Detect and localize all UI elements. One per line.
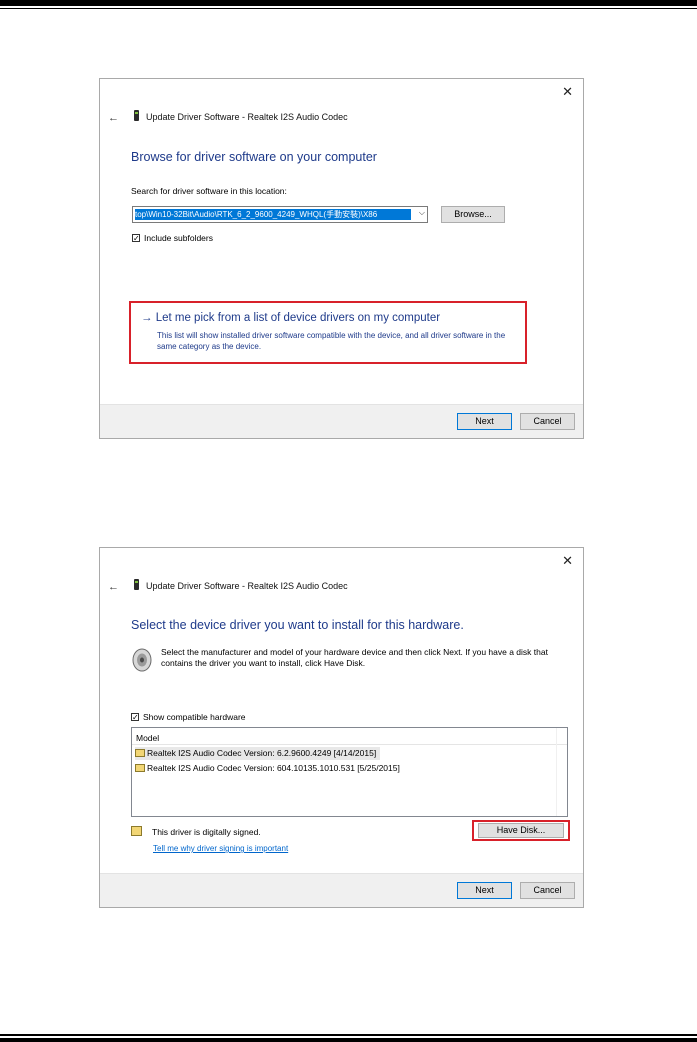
dialog-title: Update Driver Software - Realtek I2S Aud… xyxy=(146,112,348,122)
signed-driver-icon xyxy=(131,826,142,836)
back-arrow-icon[interactable]: ← xyxy=(108,581,119,593)
search-location-label: Search for driver software in this locat… xyxy=(131,186,287,196)
have-disk-button[interactable]: Have Disk... xyxy=(478,823,564,838)
model-label: Realtek I2S Audio Codec Version: 604.101… xyxy=(147,763,400,773)
pick-from-list-link[interactable]: → Let me pick from a list of device driv… xyxy=(141,312,440,324)
dialog-footer: Next Cancel xyxy=(100,404,583,438)
model-label: Realtek I2S Audio Codec Version: 6.2.960… xyxy=(147,748,377,758)
list-header-divider xyxy=(132,744,567,745)
show-compatible-checkbox[interactable]: ✓ xyxy=(131,713,139,722)
have-disk-highlight: Have Disk... xyxy=(472,820,570,841)
show-compatible-label: Show compatible hardware xyxy=(143,712,246,722)
browse-button[interactable]: Browse... xyxy=(441,206,505,223)
driver-signing-link[interactable]: Tell me why driver signing is important xyxy=(153,844,288,853)
next-button[interactable]: Next xyxy=(457,882,512,899)
select-description: Select the manufacturer and model of you… xyxy=(161,647,548,668)
listbox-scrollbar[interactable] xyxy=(556,728,567,816)
cancel-button[interactable]: Cancel xyxy=(520,413,575,430)
driver-path-combobox[interactable]: top\Win10-32Bit\Audio\RTK_6_2_9600_4249_… xyxy=(132,206,428,223)
driver-icon xyxy=(135,764,145,772)
next-button[interactable]: Next xyxy=(457,413,512,430)
back-arrow-icon[interactable]: ← xyxy=(108,112,119,124)
model-column-header[interactable]: Model xyxy=(136,733,159,743)
dialog-footer: Next Cancel xyxy=(100,873,583,907)
select-driver-dialog: ✕ ← Update Driver Software - Realtek I2S… xyxy=(99,547,584,908)
pick-from-list-option[interactable]: → Let me pick from a list of device driv… xyxy=(129,301,527,364)
page-top-rule-thin xyxy=(0,8,697,9)
page-bottom-rule xyxy=(0,1038,697,1042)
browse-driver-dialog: ✕ ← Update Driver Software - Realtek I2S… xyxy=(99,78,584,439)
model-listbox[interactable]: Model Realtek I2S Audio Codec Version: 6… xyxy=(131,727,568,817)
page-heading: Select the device driver you want to ins… xyxy=(131,618,464,632)
pick-from-list-description: This list will show installed driver sof… xyxy=(157,331,506,351)
signed-status-text: This driver is digitally signed. xyxy=(152,827,261,837)
speaker-icon xyxy=(132,648,152,672)
driver-icon xyxy=(135,749,145,757)
close-icon[interactable]: ✕ xyxy=(562,85,573,98)
list-item[interactable]: Realtek I2S Audio Codec Version: 6.2.960… xyxy=(135,747,381,760)
list-item[interactable]: Realtek I2S Audio Codec Version: 604.101… xyxy=(135,762,404,775)
device-icon xyxy=(134,110,139,121)
driver-path-value[interactable]: top\Win10-32Bit\Audio\RTK_6_2_9600_4249_… xyxy=(135,209,411,220)
cancel-button[interactable]: Cancel xyxy=(520,882,575,899)
chevron-down-icon[interactable]: ⌵ xyxy=(419,208,425,218)
page-heading: Browse for driver software on your compu… xyxy=(131,150,377,164)
page-bottom-rule-thin xyxy=(0,1034,697,1036)
close-icon[interactable]: ✕ xyxy=(562,554,573,567)
page-top-rule xyxy=(0,0,697,6)
device-icon xyxy=(134,579,139,590)
include-subfolders-checkbox[interactable]: ✓ xyxy=(132,234,140,243)
include-subfolders-label: Include subfolders xyxy=(144,233,213,243)
dialog-title: Update Driver Software - Realtek I2S Aud… xyxy=(146,581,348,591)
